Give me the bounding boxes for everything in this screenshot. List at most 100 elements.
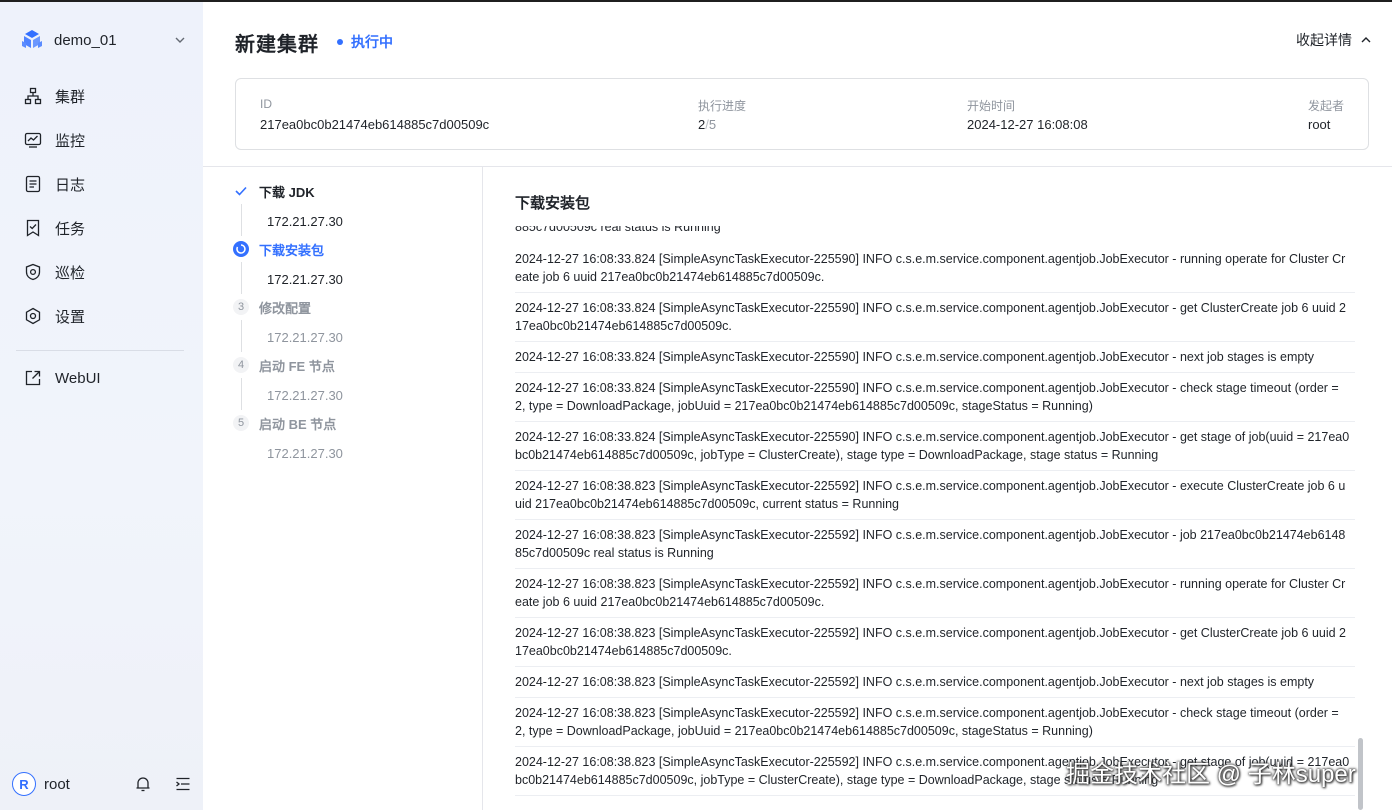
collapse-details-label: 收起详情	[1296, 32, 1352, 48]
step-connector	[241, 262, 242, 294]
log-scrollbar[interactable]	[1358, 230, 1364, 810]
log-line: 2024-12-27 16:08:38.823 [SimpleAsyncTask…	[515, 667, 1355, 698]
external-link-icon	[24, 369, 42, 387]
webui-label: WebUI	[55, 369, 101, 387]
step-name: 下载 JDK	[259, 184, 315, 200]
sidebar-item-settings[interactable]: 设置	[16, 298, 186, 334]
step-host[interactable]: 172.21.27.30	[267, 388, 343, 403]
step-name: 修改配置	[259, 300, 312, 316]
user-name[interactable]: root	[44, 776, 112, 793]
info-start-label: 开始时间	[967, 99, 1016, 113]
workspace-switcher[interactable]: demo_01	[20, 26, 186, 54]
log-title: 下载安装包	[515, 195, 591, 212]
settings-icon	[24, 307, 42, 325]
sidebar-item-label: 监控	[55, 132, 86, 150]
step-host[interactable]: 172.21.27.30	[267, 272, 343, 287]
status-badge: 执行中	[337, 32, 393, 52]
step-item[interactable]: 下载安装包 172.21.27.30	[233, 238, 473, 296]
status-text: 执行中	[351, 34, 393, 50]
main-content: 新建集群 执行中 收起详情 ID 217ea0bc0b21474eb614885…	[203, 2, 1392, 810]
log-line: 2024-12-27 16:08:38.823 [SimpleAsyncTask…	[515, 471, 1355, 520]
log-icon	[24, 175, 42, 193]
workspace-name: demo_01	[54, 31, 117, 49]
log-line-partial: 885c7d00509c real status is Running	[515, 226, 721, 234]
sidebar-item-log[interactable]: 日志	[16, 166, 186, 202]
log-line: 2024-12-27 16:08:33.824 [SimpleAsyncTask…	[515, 342, 1355, 373]
panel-divider	[482, 166, 483, 810]
step-item[interactable]: 3 修改配置 172.21.27.30	[233, 296, 473, 354]
monitor-icon	[24, 131, 42, 149]
bell-icon[interactable]	[134, 775, 152, 793]
sidebar-item-label: 设置	[55, 308, 86, 326]
step-number: 4	[233, 357, 249, 373]
sidebar-item-label: 任务	[55, 220, 86, 238]
sidebar-item-task[interactable]: 任务	[16, 210, 186, 246]
sidebar-item-cluster[interactable]: 集群	[16, 78, 186, 114]
chevron-down-icon	[175, 37, 185, 43]
step-item[interactable]: 4 启动 FE 节点 172.21.27.30	[233, 354, 473, 412]
log-line: 2024-12-27 16:08:38.823 [SimpleAsyncTask…	[515, 698, 1355, 747]
step-name: 下载安装包	[259, 242, 325, 258]
scrollbar-thumb[interactable]	[1358, 738, 1363, 810]
webui-link[interactable]: WebUI	[16, 360, 186, 396]
collapse-details-button[interactable]: 收起详情	[1296, 30, 1372, 50]
section-divider	[203, 166, 1392, 167]
cube-logo-icon	[22, 30, 42, 48]
page-header: 新建集群 执行中	[235, 28, 393, 56]
sidebar-item-label: 集群	[55, 88, 86, 106]
sidebar-item-label: 巡检	[55, 264, 86, 282]
task-icon	[24, 219, 42, 237]
step-item[interactable]: 5 启动 BE 节点 172.21.27.30	[233, 412, 473, 470]
step-number: 3	[233, 299, 249, 315]
step-name: 启动 FE 节点	[259, 358, 335, 374]
step-number: 5	[233, 415, 249, 431]
log-line: 2024-12-27 16:08:38.823 [SimpleAsyncTask…	[515, 569, 1355, 618]
menu-collapse-icon[interactable]	[174, 775, 192, 793]
info-progress-value: 2/5	[698, 117, 746, 135]
sidebar-nav: 集群 监控 日志 任务 巡检 设置	[16, 78, 186, 342]
sidebar-divider	[16, 350, 184, 351]
cluster-icon	[24, 87, 42, 105]
info-id: ID 217ea0bc0b21474eb614885c7d00509c	[260, 97, 489, 135]
step-item[interactable]: 下载 JDK 172.21.27.30	[233, 180, 473, 238]
info-start-value: 2024-12-27 16:08:08	[967, 117, 1088, 132]
watermark: 掘金技术社区 @ 子林super	[1066, 761, 1356, 788]
step-name: 启动 BE 节点	[259, 416, 337, 432]
info-progress-label: 执行进度	[698, 99, 747, 113]
log-line: 2024-12-27 16:08:33.824 [SimpleAsyncTask…	[515, 373, 1355, 422]
check-icon	[233, 183, 249, 199]
sidebar-item-inspection[interactable]: 巡检	[16, 254, 186, 290]
log-line: 2024-12-27 16:08:38.823 [SimpleAsyncTask…	[515, 618, 1355, 667]
chevron-up-icon	[1361, 37, 1371, 43]
step-host[interactable]: 172.21.27.30	[267, 330, 343, 345]
step-list: 下载 JDK 172.21.27.30 下载安装包 172.21.27.30 3…	[233, 180, 473, 470]
step-connector	[241, 320, 242, 352]
log-line: 2024-12-27 16:08:33.824 [SimpleAsyncTask…	[515, 293, 1355, 342]
info-initiator: 发起者 root	[1308, 97, 1344, 135]
status-dot	[337, 39, 343, 45]
step-connector	[241, 204, 242, 236]
info-progress: 执行进度 2/5	[698, 97, 746, 135]
info-initiator-value: root	[1308, 117, 1331, 132]
info-initiator-label: 发起者	[1308, 99, 1345, 113]
sidebar-item-webui[interactable]: WebUI	[16, 360, 186, 404]
inspection-icon	[24, 263, 42, 281]
log-output[interactable]: 885c7d00509c real status is Running 2024…	[515, 226, 1355, 810]
sidebar-item-monitor[interactable]: 监控	[16, 122, 186, 158]
log-line: 2024-12-27 16:08:38.823 [SimpleAsyncTask…	[515, 520, 1355, 569]
page-title: 新建集群	[235, 33, 319, 56]
step-connector	[241, 378, 242, 410]
avatar[interactable]: R	[12, 772, 36, 796]
loading-icon	[233, 241, 249, 257]
info-id-value: 217ea0bc0b21474eb614885c7d00509c	[260, 117, 490, 132]
progress-total: 5	[708, 117, 717, 132]
log-line: 2024-12-27 16:08:33.824 [SimpleAsyncTask…	[515, 244, 1355, 293]
info-id-label: ID	[260, 97, 272, 111]
log-line: 2024-12-27 16:08:33.824 [SimpleAsyncTask…	[515, 422, 1355, 471]
job-info-card: ID 217ea0bc0b21474eb614885c7d00509c 执行进度…	[235, 78, 1369, 150]
sidebar-item-label: 日志	[55, 176, 86, 194]
step-host[interactable]: 172.21.27.30	[267, 446, 343, 461]
info-start-time: 开始时间 2024-12-27 16:08:08	[967, 97, 1088, 135]
step-host[interactable]: 172.21.27.30	[267, 214, 343, 229]
user-bar: R root	[12, 770, 192, 798]
